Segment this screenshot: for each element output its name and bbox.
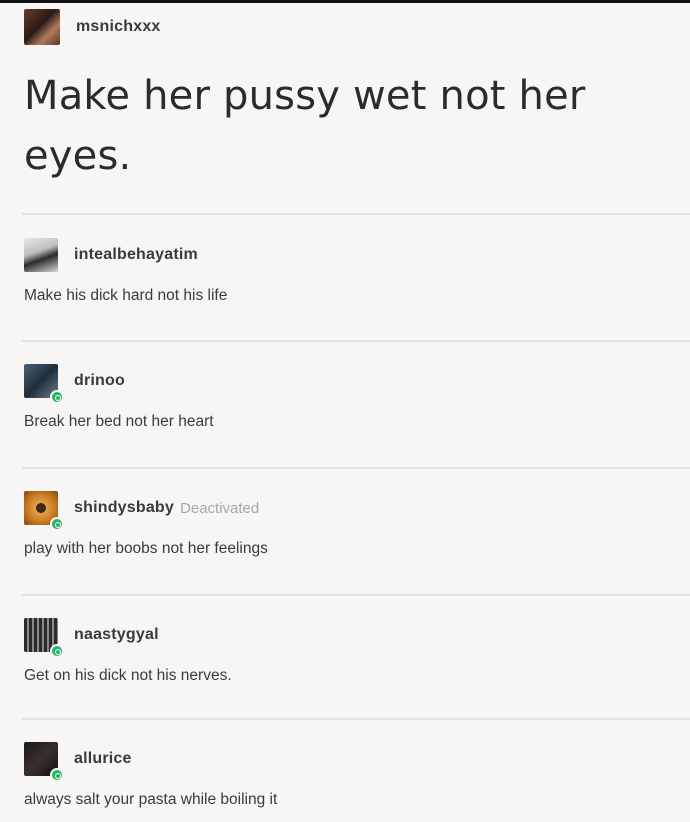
reply-header: naastygyal [24,617,664,658]
post-text: Make her pussy wet not her eyes. [24,73,586,179]
avatar[interactable] [24,9,60,45]
reply-text: always salt your pasta while boiling it [24,791,278,808]
top-border [0,0,690,3]
original-post: msnichxxx Make her pussy wet not her eye… [24,8,664,186]
avatar[interactable] [24,238,58,272]
reply-username[interactable]: naastygyal [74,626,159,644]
reply-header: intealbehayatim [24,237,664,273]
post-header: msnichxxx [24,8,664,46]
reply-username[interactable]: allurice [74,750,132,768]
avatar[interactable] [24,618,64,658]
reply-username[interactable]: drinoo [74,372,125,390]
reply-item: shindysbaby Deactivated play with her bo… [24,490,664,558]
reply-text: play with her boobs not her feelings [24,540,268,557]
status-label: Deactivated [180,499,260,517]
reply-item: drinoo Break her bed not her heart [24,363,664,431]
divider [22,594,690,596]
reply-text: Make his dick hard not his life [24,287,228,304]
badge-icon [50,390,64,404]
badge-icon [50,768,64,782]
post-author[interactable]: msnichxxx [76,18,161,36]
divider [22,467,690,469]
badge-icon [50,517,64,531]
reply-item: allurice always salt your pasta while bo… [24,741,664,809]
badge-icon [50,644,64,658]
avatar[interactable] [24,364,64,404]
reply-username[interactable]: intealbehayatim [74,246,198,264]
divider [22,340,690,342]
reply-item: intealbehayatim Make his dick hard not h… [24,237,664,305]
avatar[interactable] [24,491,64,531]
reply-header: shindysbaby Deactivated [24,490,664,531]
reply-header: allurice [24,741,664,782]
divider [22,718,690,720]
reply-item: naastygyal Get on his dick not his nerve… [24,617,664,685]
avatar[interactable] [24,742,64,782]
divider [22,213,690,215]
reply-username[interactable]: shindysbaby [74,499,174,517]
reply-text: Break her bed not her heart [24,413,214,430]
reply-text: Get on his dick not his nerves. [24,667,232,684]
reply-header: drinoo [24,363,664,404]
